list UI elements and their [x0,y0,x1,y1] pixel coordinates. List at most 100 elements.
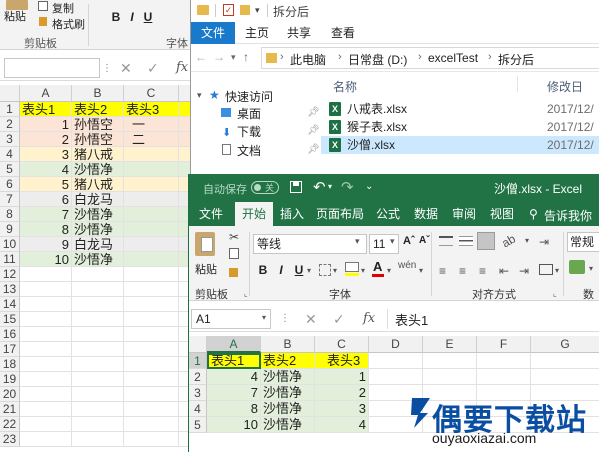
bottom-align-icon[interactable] [477,232,495,250]
cell-c[interactable] [124,177,179,192]
function-icon[interactable]: fx [363,311,375,326]
paste-icon[interactable] [195,232,215,256]
cell-a[interactable]: 5 [20,177,72,192]
cell-f[interactable] [477,353,531,369]
cell-b[interactable]: 沙悟净 [72,222,124,237]
chevron-down-icon[interactable]: ▾ [355,236,360,247]
new-folder-icon[interactable] [240,5,250,15]
cell-c[interactable]: 一 [124,117,179,132]
row-header[interactable]: 2 [189,369,207,385]
save-icon[interactable] [290,181,302,193]
row-header[interactable]: 17 [0,342,20,357]
column-header-c[interactable]: C [124,85,179,102]
dialog-launcher-icon[interactable]: ⌞ [553,289,557,298]
cell-c[interactable]: 4 [315,417,369,433]
nav-item-desktop[interactable]: 桌面 [237,105,261,122]
cell-b[interactable]: 沙悟净 [72,162,124,177]
confirm-icon[interactable]: ✓ [333,311,345,328]
cell-c[interactable] [124,267,179,282]
breadcrumb-this-pc[interactable]: 此电脑 [290,51,326,68]
tab-insert[interactable]: 插入 [277,202,307,226]
cell-a[interactable]: 表头1 [207,353,261,369]
cell-a[interactable]: 4 [20,162,72,177]
cell-c[interactable] [124,417,179,432]
merge-center-icon[interactable] [539,264,553,275]
bold-button[interactable]: B [108,9,124,25]
chevron-down-icon[interactable]: ▾ [555,266,559,275]
row-header[interactable]: 10 [0,237,20,252]
cell-b[interactable]: 孙悟空 [72,132,124,147]
cancel-icon[interactable]: ✕ [305,311,317,328]
file-row[interactable]: X 猴子表.xlsx 2017/12/ [321,118,599,136]
cut-icon[interactable]: ✂ [229,230,239,244]
cell-b[interactable]: 表头2 [72,102,124,117]
column-header-e[interactable]: E [423,336,477,353]
cell-b[interactable]: 白龙马 [72,192,124,207]
column-header-d[interactable]: D [369,336,423,353]
row-header[interactable]: 6 [0,177,20,192]
formula-input[interactable]: 表头1 [395,310,428,329]
cell-a[interactable] [20,432,72,447]
cell-a[interactable] [20,312,72,327]
column-header-name[interactable]: 名称 [333,78,357,95]
column-header-a[interactable]: A [207,336,261,353]
cell-c[interactable] [124,372,179,387]
cell-a[interactable] [20,267,72,282]
undo-icon[interactable]: ↶ [313,178,326,196]
file-row[interactable]: X 八戒表.xlsx 2017/12/ [321,100,599,118]
breadcrumb-folder[interactable]: excelTest [428,51,478,65]
column-header-g[interactable]: G [531,336,599,353]
cell-c[interactable] [124,147,179,162]
cell-d[interactable] [369,353,423,369]
column-header-b[interactable]: B [72,85,124,102]
number-format-select[interactable]: 常规 [567,232,599,252]
chevron-down-icon[interactable]: ▾ [387,266,391,275]
cell-a[interactable] [20,327,72,342]
cell-b[interactable] [72,357,124,372]
back-arrow-icon[interactable]: ← [195,50,207,64]
cell-c[interactable] [124,327,179,342]
cell-b[interactable] [72,327,124,342]
column-header-f[interactable]: F [477,336,531,353]
tab-view[interactable]: 视图 [487,202,517,226]
row-header[interactable]: 16 [0,327,20,342]
cell-c[interactable]: 二 [124,132,179,147]
chevron-down-icon[interactable]: ▾ [333,266,337,275]
cell-b[interactable]: 猪八戒 [72,147,124,162]
cell-f[interactable] [477,369,531,385]
cell-b[interactable]: 沙悟净 [261,369,315,385]
select-all-corner[interactable] [0,85,20,102]
cell-c[interactable] [124,357,179,372]
cell-a[interactable]: 4 [207,369,261,385]
row-header[interactable]: 18 [0,357,20,372]
tell-me-search[interactable]: 告诉我你 [544,207,592,224]
tab-home[interactable]: 主页 [239,22,275,44]
cell-g[interactable] [531,369,599,385]
column-divider[interactable] [517,76,518,92]
cell-a[interactable]: 10 [207,417,261,433]
chevron-down-icon[interactable]: ▾ [361,266,365,275]
cell-b[interactable] [72,432,124,447]
font-name-select[interactable]: 等线 [253,234,367,254]
tab-file[interactable]: 文件 [193,202,229,226]
cell-b[interactable] [72,297,124,312]
chevron-down-icon[interactable]: ▾ [419,266,423,275]
cell-b[interactable]: 孙悟空 [72,117,124,132]
tab-review[interactable]: 审阅 [449,202,479,226]
paste-button[interactable]: 粘贴 [4,8,26,24]
row-header[interactable]: 7 [0,192,20,207]
italic-button[interactable]: I [273,262,289,278]
wrap-text-icon[interactable]: ⇥ [539,235,549,249]
bold-button[interactable]: B [255,262,271,278]
row-header[interactable]: 4 [0,147,20,162]
row-header[interactable]: 4 [189,401,207,417]
top-align-icon[interactable] [439,236,453,246]
row-header[interactable]: 11 [0,252,20,267]
chevron-down-icon[interactable]: ▾ [307,266,311,275]
cell-b[interactable] [72,387,124,402]
paste-button[interactable]: 粘贴 [195,261,217,277]
cancel-icon[interactable]: ✕ [120,60,132,77]
up-arrow-icon[interactable]: ↑ [243,50,249,64]
cell-b[interactable]: 白龙马 [72,237,124,252]
cell-a[interactable]: 表头1 [20,102,72,117]
